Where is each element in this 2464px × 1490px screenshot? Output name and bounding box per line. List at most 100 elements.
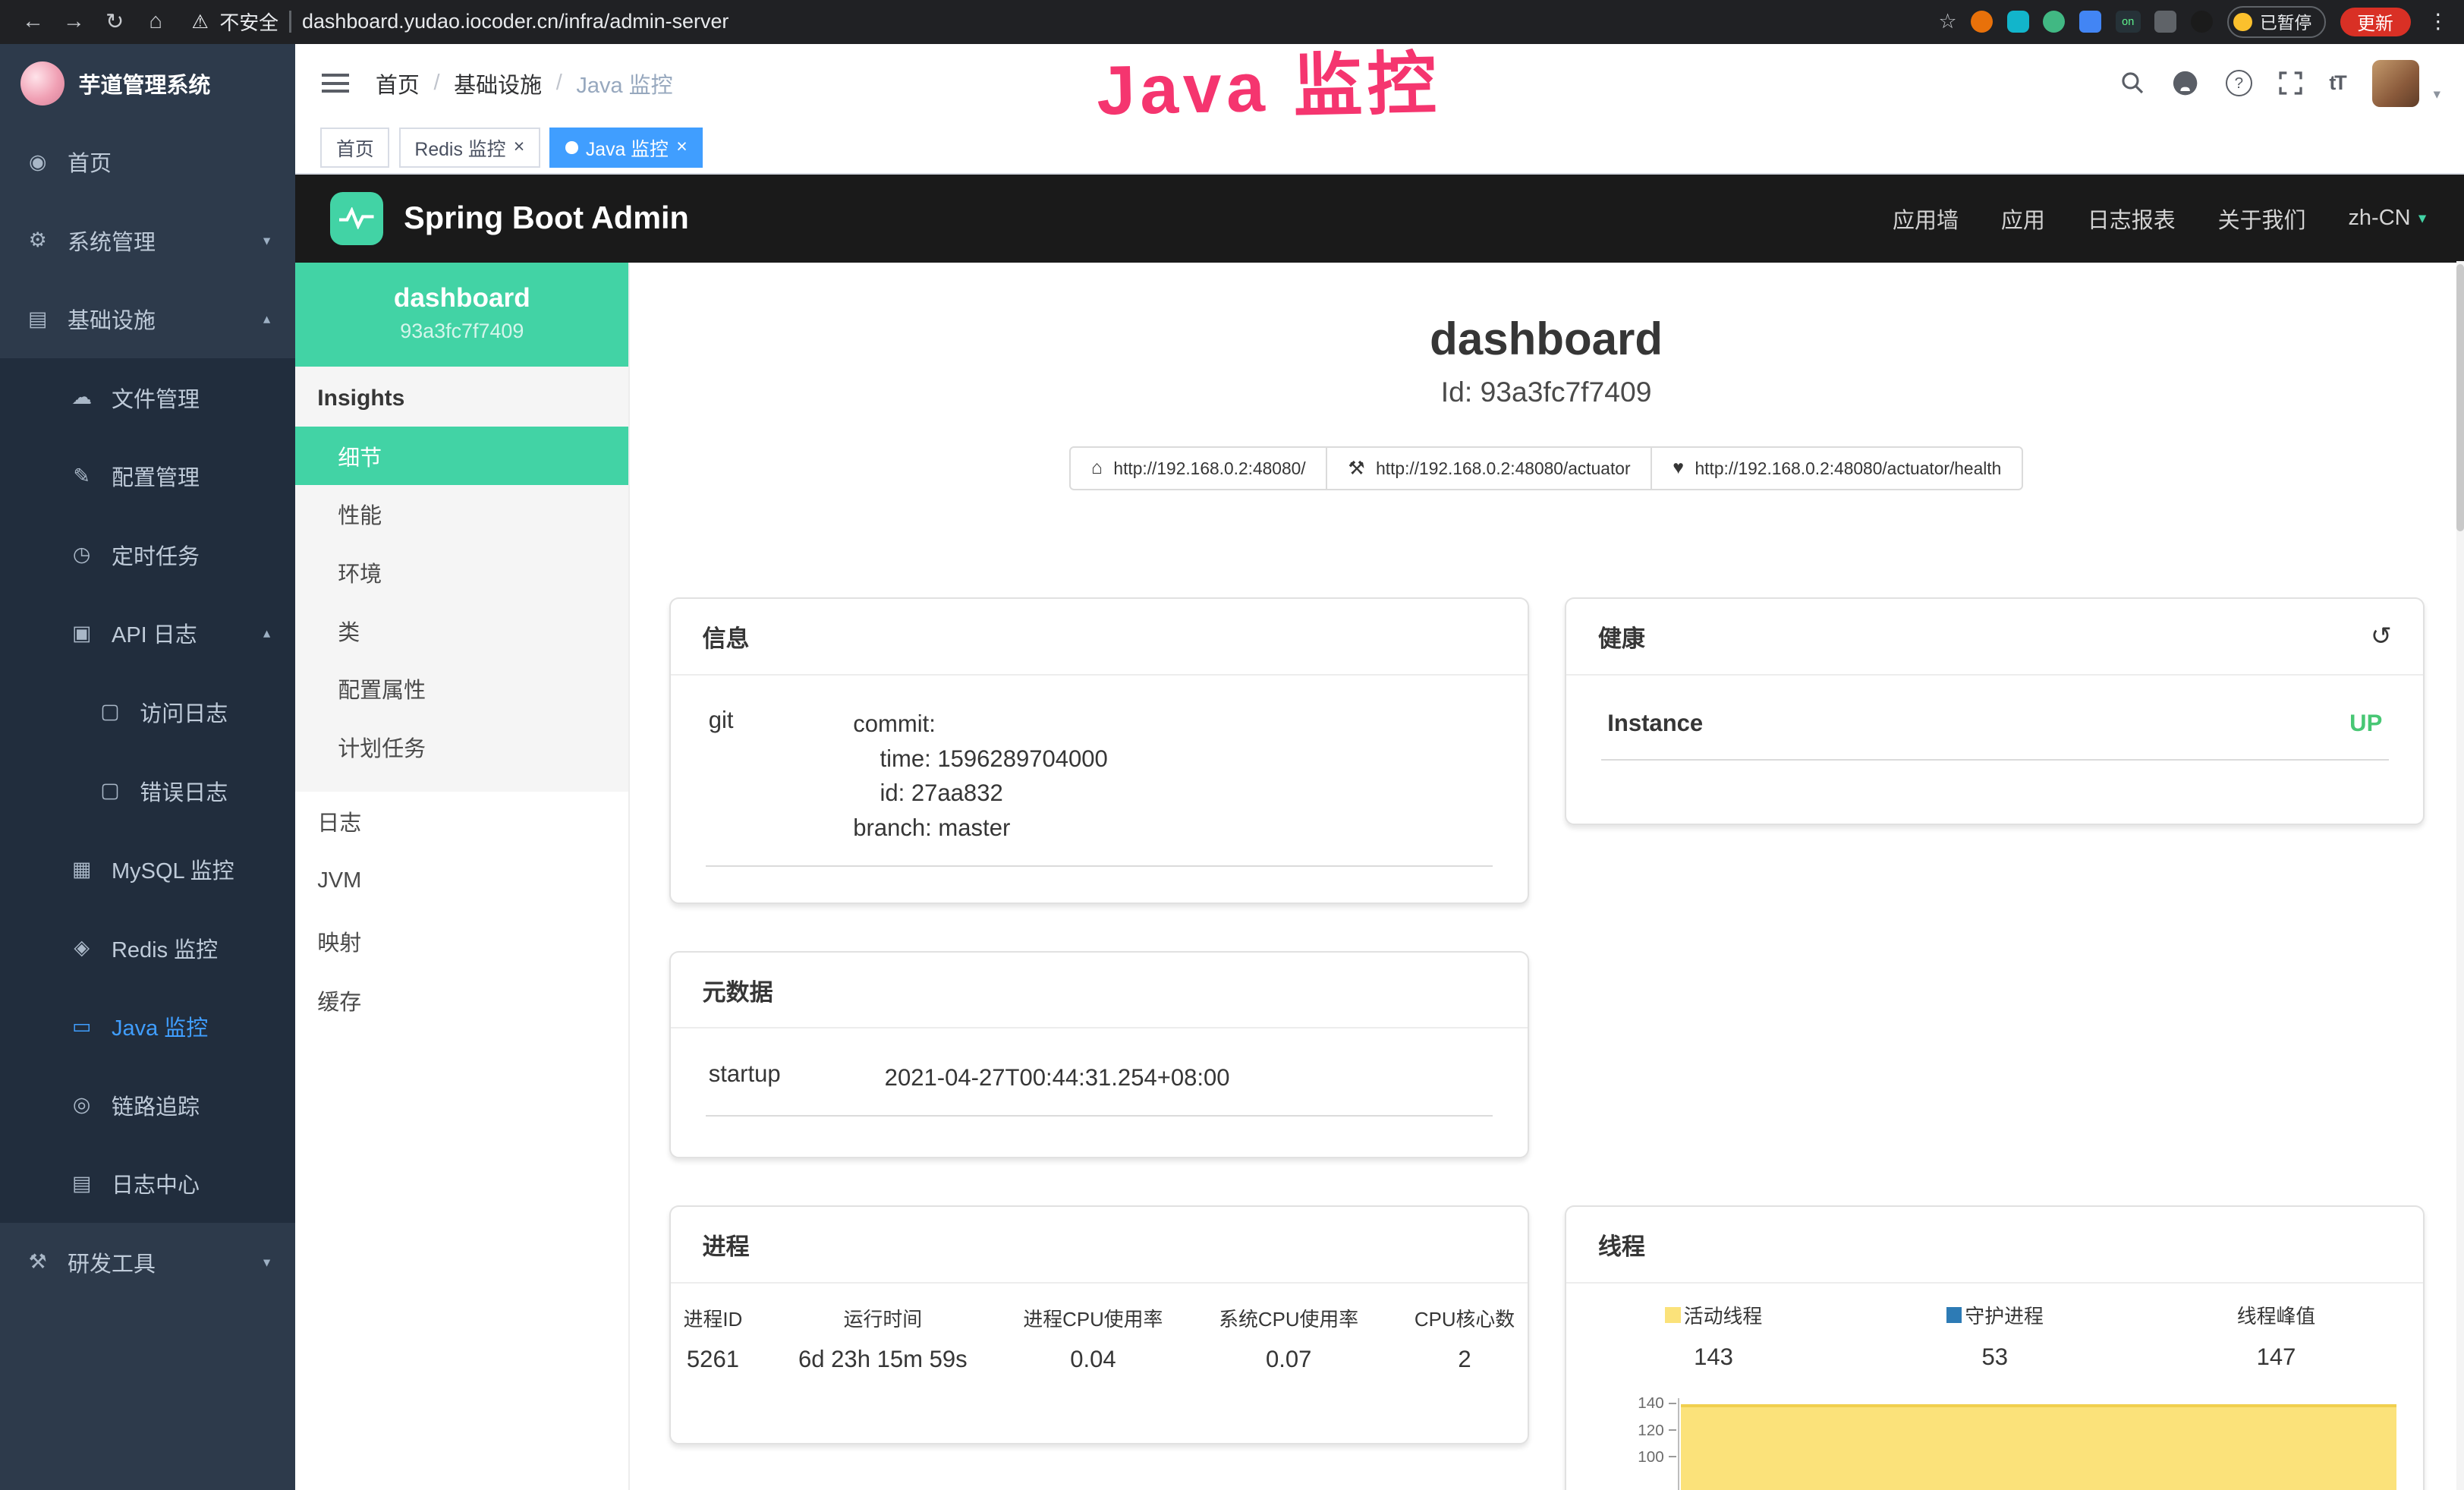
service-url-button[interactable]: ⌂ http://192.168.0.2:48080/ [1069,446,1327,490]
legend-daemon-threads: 守护进程 53 [1854,1301,2135,1372]
search-icon[interactable] [2120,71,2145,96]
history-icon[interactable]: ↺ [2371,621,2392,651]
breadcrumb-home[interactable]: 首页 [376,68,420,99]
sidebar-item-log-center[interactable]: ▤ 日志中心 [0,1144,295,1223]
sidebar-item-redis-monitor[interactable]: ◈ Redis 监控 [0,909,295,988]
app-frame: 芋道管理系统 ◉ 首页 ⚙ 系统管理 ▾ ▤ 基础设施 ▴ ☁ 文件管理 [0,44,2464,1490]
paused-label: 已暂停 [2260,9,2311,34]
actuator-url-button[interactable]: ⚒ http://192.168.0.2:48080/actuator [1326,446,1652,490]
browser-reload-button[interactable]: ↻ [97,8,132,35]
info-key: git [709,707,854,845]
extension-teal-icon[interactable] [2007,11,2029,33]
instance-header[interactable]: dashboard 93a3fc7f7409 [295,263,628,367]
security-label[interactable]: 不安全 [219,8,278,36]
sidebar-item-system-mgmt[interactable]: ⚙ 系统管理 ▾ [0,201,295,280]
cards-grid: 信息 git commit: time: 1596289704000 id: 2… [669,597,2423,1490]
sidebar-item-tracing[interactable]: ◎ 链路追踪 [0,1066,295,1145]
sidebar-item-mysql-monitor[interactable]: ▦ MySQL 监控 [0,830,295,909]
tab-label: Redis 监控 [414,134,505,162]
sba-item-mappings[interactable]: 映射 [295,911,628,971]
sba-nav-wallboard[interactable]: 应用墙 [1893,203,1959,235]
sidebar-item-java-monitor[interactable]: ▭ Java 监控 [0,987,295,1066]
github-icon[interactable] [2172,70,2198,96]
sidebar-item-infrastructure[interactable]: ▤ 基础设施 ▴ [0,280,295,359]
home-icon: ⌂ [1091,458,1103,479]
sba-item-details[interactable]: 细节 [295,427,628,485]
sba-item-logs[interactable]: 日志 [295,792,628,852]
sba-item-classes[interactable]: 类 [295,601,628,660]
tab-home[interactable]: 首页 [320,128,389,169]
app-logo[interactable]: 芋道管理系统 [0,44,295,123]
sba-logo-icon[interactable] [330,192,383,245]
browser-back-button[interactable]: ← [16,9,51,34]
close-icon[interactable]: × [514,138,525,157]
sba-item-caches[interactable]: 缓存 [295,971,628,1031]
sidebar-item-label: 首页 [68,146,112,178]
sba-item-scheduledtasks[interactable]: 计划任务 [295,718,628,777]
font-size-icon[interactable]: tT [2329,71,2345,95]
sidebar-item-access-logs[interactable]: ▢ 访问日志 [0,673,295,751]
sidebar-item-error-logs[interactable]: ▢ 错误日志 [0,751,295,830]
service-url-label: http://192.168.0.2:48080/ [1113,458,1305,479]
sidebar-item-label: 研发工具 [68,1246,156,1278]
extension-orange-icon[interactable] [1971,11,1993,33]
extension-vue-icon[interactable] [2043,11,2065,33]
browser-right-cluster: ☆ on 已暂停 更新 ⋮ [1938,6,2448,37]
info-card-title: 信息 [671,599,1528,676]
page-title: dashboard [669,313,2423,365]
chevron-down-icon: ▾ [2418,209,2426,228]
sidebar-item-dev-tools[interactable]: ⚒ 研发工具 ▾ [0,1223,295,1302]
browser-home-button[interactable]: ⌂ [138,9,173,34]
sidebar-item-scheduled-jobs[interactable]: ◷ 定时任务 [0,515,295,594]
sidebar-item-label: 定时任务 [112,539,200,571]
address-bar[interactable]: ⚠ 不安全 dashboard.yudao.iocoder.cn/infra/a… [192,8,729,36]
user-avatar[interactable] [2372,60,2419,107]
sba-item-jvm[interactable]: JVM [295,852,628,912]
insights-section-label: Insights [295,367,628,427]
sba-nav: 应用墙 应用 日志报表 关于我们 zh-CN ▾ [1893,203,2426,235]
sidebar-item-label: 基础设施 [68,303,156,335]
health-instance-label: Instance [1607,710,1703,737]
sba-item-environment[interactable]: 环境 [295,543,628,602]
health-url-button[interactable]: ♥ http://192.168.0.2:48080/actuator/heal… [1651,446,2023,490]
bookmark-star-icon[interactable]: ☆ [1938,10,1956,33]
profile-paused-chip[interactable]: 已暂停 [2227,6,2326,37]
chevron-up-icon: ▴ [263,625,270,641]
spring-boot-admin: Spring Boot Admin 应用墙 应用 日志报表 关于我们 zh-CN… [295,175,2464,1490]
sidebar-item-label: 访问日志 [140,696,228,728]
sba-item-configprops[interactable]: 配置属性 [295,660,628,718]
fullscreen-icon[interactable] [2279,71,2302,95]
breadcrumb-infrastructure[interactable]: 基础设施 [454,68,542,99]
extension-on-badge-icon[interactable]: on [2116,11,2141,33]
scrollbar-track[interactable] [2456,261,2464,1490]
sba-nav-about[interactable]: 关于我们 [2218,203,2306,235]
tab-redis-monitor[interactable]: Redis 监控 × [399,128,540,169]
sidebar-item-api-logs[interactable]: ▣ API 日志 ▴ [0,594,295,673]
sidebar-item-label: MySQL 监控 [112,853,234,885]
sidebar-item-label: 文件管理 [112,382,200,414]
tab-java-monitor[interactable]: Java 监控 × [549,128,703,169]
instance-url-group: ⌂ http://192.168.0.2:48080/ ⚒ http://192… [669,446,2423,490]
browser-forward-button[interactable]: → [57,9,92,34]
extension-gray-icon[interactable] [2154,11,2176,33]
chrome-update-button[interactable]: 更新 [2340,8,2411,36]
metadata-card-title: 元数据 [671,953,1528,1029]
scrollbar-thumb[interactable] [2456,264,2464,531]
close-icon[interactable]: × [676,138,688,157]
hamburger-icon[interactable] [319,68,351,99]
browser-menu-icon[interactable]: ⋮ [2428,10,2448,33]
sba-nav-applications[interactable]: 应用 [2001,203,2045,235]
sba-nav-journal[interactable]: 日志报表 [2088,203,2176,235]
page-subtitle: Id: 93a3fc7f7409 [669,376,2423,408]
breadcrumb: 首页 / 基础设施 / Java 监控 [376,68,673,99]
help-icon[interactable]: ? [2226,70,2252,96]
language-selector[interactable]: zh-CN ▾ [2348,206,2426,231]
sidebar-item-file-mgmt[interactable]: ☁ 文件管理 [0,358,295,437]
sidebar-item-home[interactable]: ◉ 首页 [0,123,295,202]
extension-pin-icon[interactable] [2191,11,2213,33]
extension-grid-icon[interactable] [2079,11,2101,33]
sba-item-metrics[interactable]: 性能 [295,485,628,543]
heart-icon: ♥ [1673,458,1684,479]
sidebar-item-config-mgmt[interactable]: ✎ 配置管理 [0,437,295,516]
url-text[interactable]: dashboard.yudao.iocoder.cn/infra/admin-s… [302,10,729,33]
